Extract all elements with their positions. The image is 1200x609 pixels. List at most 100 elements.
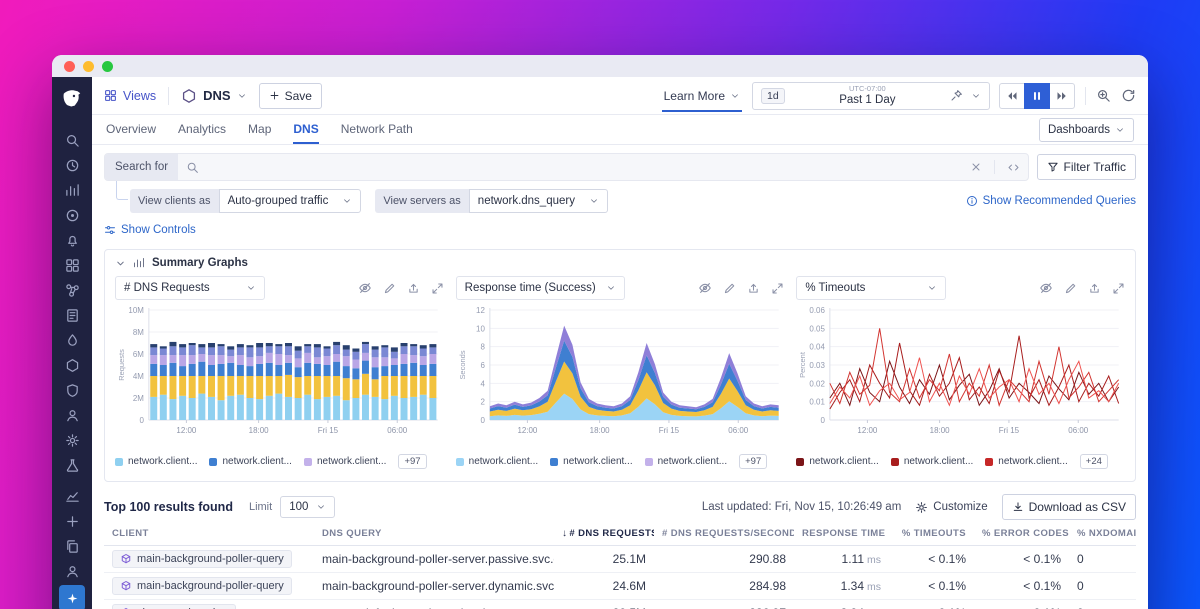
learn-more-dropdown[interactable]: Learn More — [662, 80, 742, 112]
dns-requests-plot[interactable]: 02M4M6M8M10M12:0018:00Fri 1506:00Request… — [115, 302, 444, 452]
code-view-icon[interactable] — [1007, 161, 1020, 174]
sidebar-item-logs[interactable] — [59, 303, 85, 327]
pin-icon[interactable] — [950, 89, 963, 102]
legend-item[interactable]: network.client... — [550, 456, 632, 467]
legend-item[interactable]: network.client... — [645, 456, 727, 467]
collapse-icon[interactable] — [115, 258, 126, 269]
view-servers-select[interactable]: network.dns_query — [469, 189, 608, 213]
divider — [1085, 87, 1086, 105]
export-graph-icon[interactable] — [747, 282, 760, 295]
column-header--timeouts[interactable]: % TIMEOUTS — [889, 522, 974, 546]
response-time-plot[interactable]: 02468101212:0018:00Fri 1506:00Seconds — [456, 302, 785, 452]
table-row[interactable]: chaos-engineeringmongo.default.svc.clust… — [104, 600, 1136, 609]
search-input[interactable] — [207, 160, 961, 174]
column-header-response-time[interactable]: RESPONSE TIME — [794, 522, 889, 546]
client-tag[interactable]: chaos-engineering — [112, 604, 236, 609]
views-button[interactable]: Views — [104, 89, 156, 103]
client-tag[interactable]: main-background-poller-query — [112, 577, 292, 595]
tab-map[interactable]: Map — [248, 115, 271, 144]
tab-analytics[interactable]: Analytics — [178, 115, 226, 144]
legend-overflow-badge[interactable]: +97 — [398, 454, 426, 469]
minimize-window-button[interactable] — [83, 61, 94, 72]
sidebar-item-search[interactable] — [59, 128, 85, 152]
edit-graph-icon[interactable] — [723, 282, 736, 295]
customize-button[interactable]: Customize — [915, 501, 987, 514]
tab-overview[interactable]: Overview — [106, 115, 156, 144]
column-header--dns-requests[interactable]: ↓# DNS REQUESTS — [554, 522, 654, 546]
column-header-dns-query[interactable]: DNS QUERY — [314, 522, 554, 546]
product-switcher[interactable]: DNS — [181, 88, 246, 104]
edit-graph-icon[interactable] — [1064, 282, 1077, 295]
sidebar-item-synthetics[interactable] — [59, 453, 85, 477]
column-header--error-codes[interactable]: % ERROR CODES — [974, 522, 1069, 546]
legend-item[interactable]: network.client... — [985, 456, 1067, 467]
table-row[interactable]: main-background-poller-querymain-backgro… — [104, 573, 1136, 600]
client-tag[interactable]: main-background-poller-query — [112, 550, 292, 568]
dashboards-dropdown[interactable]: Dashboards — [1039, 118, 1134, 142]
save-view-button[interactable]: Save — [259, 83, 322, 109]
sidebar-item-metrics[interactable] — [59, 178, 85, 202]
limit-select[interactable]: 100 — [280, 496, 335, 518]
zoom-button[interactable] — [1096, 88, 1111, 103]
sidebar-item-bits-ai[interactable] — [59, 585, 85, 609]
column-header--dns-requests-second[interactable]: # DNS REQUESTS/SECOND — [654, 522, 794, 546]
search-field[interactable]: Search for — [104, 153, 1029, 181]
tab-dns[interactable]: DNS — [293, 115, 318, 144]
fullscreen-graph-icon[interactable] — [1112, 282, 1125, 295]
legend-overflow-badge[interactable]: +24 — [1080, 454, 1108, 469]
export-graph-icon[interactable] — [407, 282, 420, 295]
sidebar-item-dashboards[interactable] — [59, 253, 85, 277]
legend-item[interactable]: network.client... — [304, 456, 386, 467]
column-header--nxdomain[interactable]: % NXDOMAIN — [1069, 522, 1136, 546]
sidebar-item-alerts[interactable] — [59, 228, 85, 252]
sidebar-item-network[interactable] — [59, 353, 85, 377]
clear-search-icon[interactable] — [970, 161, 982, 173]
sidebar-item-account[interactable] — [59, 559, 85, 583]
sidebar-item-service-map[interactable] — [59, 278, 85, 302]
hide-graph-icon[interactable] — [698, 281, 712, 295]
view-clients-select[interactable]: Auto-grouped traffic — [219, 189, 362, 213]
show-controls-link[interactable]: Show Controls — [104, 224, 196, 236]
range-shortcut-chip[interactable]: 1d — [761, 88, 785, 104]
legend-item[interactable]: network.client... — [115, 456, 197, 467]
zoom-window-button[interactable] — [102, 61, 113, 72]
timeouts-metric-select[interactable]: % Timeouts — [796, 276, 946, 300]
legend-item[interactable]: network.client... — [796, 456, 878, 467]
refresh-button[interactable] — [1121, 88, 1136, 103]
show-recommended-queries-link[interactable]: Show Recommended Queries — [966, 195, 1136, 207]
hide-graph-icon[interactable] — [1039, 281, 1053, 295]
legend-overflow-badge[interactable]: +97 — [739, 454, 767, 469]
column-header-client[interactable]: CLIENT — [104, 522, 314, 546]
sidebar-item-charts[interactable] — [59, 484, 85, 508]
response-time-metric-select[interactable]: Response time (Success) — [456, 276, 625, 300]
fullscreen-graph-icon[interactable] — [431, 282, 444, 295]
filter-traffic-button[interactable]: Filter Traffic — [1037, 154, 1136, 180]
sidebar-item-settings[interactable] — [59, 428, 85, 452]
sidebar-item-security[interactable] — [59, 378, 85, 402]
export-graph-icon[interactable] — [1088, 282, 1101, 295]
hide-graph-icon[interactable] — [358, 281, 372, 295]
summary-graphs-header[interactable]: Summary Graphs — [105, 250, 1135, 276]
sidebar-item-apm[interactable] — [59, 328, 85, 352]
sidebar-item-create[interactable] — [59, 509, 85, 533]
datadog-logo-icon[interactable] — [60, 87, 84, 111]
close-window-button[interactable] — [64, 61, 75, 72]
fullscreen-graph-icon[interactable] — [771, 282, 784, 295]
sidebar-item-docs[interactable] — [59, 534, 85, 558]
sidebar-item-history[interactable] — [59, 153, 85, 177]
skip-back-button[interactable] — [999, 83, 1025, 109]
skip-forward-button[interactable] — [1049, 83, 1075, 109]
download-csv-button[interactable]: Download as CSV — [1002, 494, 1136, 520]
edit-graph-icon[interactable] — [383, 282, 396, 295]
legend-item[interactable]: network.client... — [456, 456, 538, 467]
tab-network-path[interactable]: Network Path — [341, 115, 413, 144]
legend-item[interactable]: network.client... — [891, 456, 973, 467]
sidebar-item-rum[interactable] — [59, 403, 85, 427]
table-row[interactable]: main-background-poller-querymain-backgro… — [104, 546, 1136, 573]
dns-requests-metric-select[interactable]: # DNS Requests — [115, 276, 265, 300]
timeouts-plot[interactable]: 00.010.020.030.040.050.0612:0018:00Fri 1… — [796, 302, 1125, 452]
sidebar-item-watchdog[interactable] — [59, 203, 85, 227]
pause-button[interactable] — [1024, 83, 1050, 109]
time-range-selector[interactable]: 1d UTC-07:00 Past 1 Day — [752, 82, 990, 110]
legend-item[interactable]: network.client... — [209, 456, 291, 467]
